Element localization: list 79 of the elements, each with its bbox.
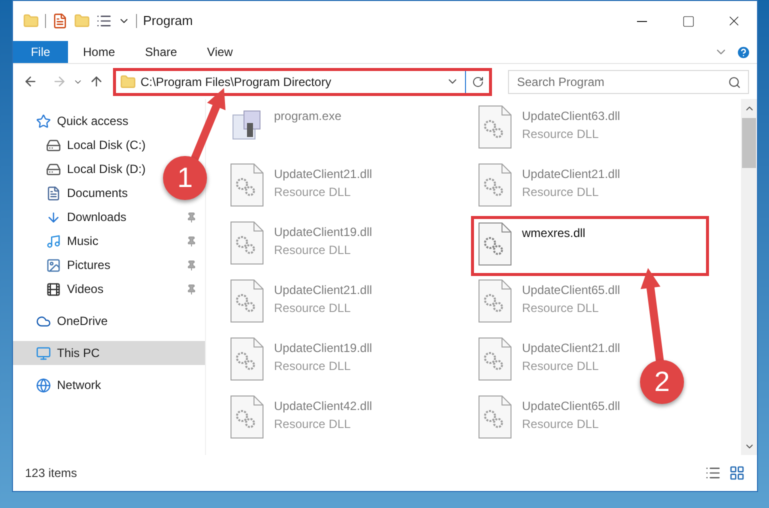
sidebar-item[interactable]: Network (13, 373, 110, 397)
search-field[interactable]: Search Program (508, 70, 749, 94)
properties-icon[interactable] (52, 13, 68, 29)
window-title: Program (143, 12, 193, 30)
refresh-icon[interactable] (472, 76, 484, 88)
music-icon (46, 234, 61, 248)
file-name[interactable]: UpdateClient65.dll (522, 281, 620, 299)
view-options-icon[interactable] (96, 13, 112, 29)
file-name[interactable]: UpdateClient65.dll (522, 397, 620, 415)
gear-file-icon (230, 279, 264, 323)
pin-icon[interactable] (186, 260, 197, 270)
file-type: Resource DLL (522, 416, 600, 433)
pictures-icon (46, 258, 61, 272)
file-type: Resource DLL (274, 358, 352, 375)
help-icon[interactable] (736, 44, 751, 60)
sidebar-item[interactable]: Quick access (13, 109, 136, 133)
file-name[interactable]: UpdateClient63.dll (522, 107, 620, 125)
gear-file-icon (478, 337, 512, 381)
file-name[interactable]: UpdateClient21.dll (274, 165, 372, 183)
cloud-icon (36, 314, 51, 328)
ribbon-tab[interactable]: File (13, 41, 68, 63)
pin-icon[interactable] (186, 284, 197, 294)
ribbon-tab[interactable]: Home (68, 41, 130, 63)
file-name[interactable]: UpdateClient19.dll (274, 223, 372, 241)
sidebar-item[interactable]: Local Disk (D:) (13, 157, 154, 181)
large-icons-view-icon[interactable] (729, 465, 745, 481)
star-icon (36, 114, 51, 128)
gear-file-icon (478, 395, 512, 439)
file-name[interactable]: wmexres.dll (522, 224, 586, 242)
documents-icon (46, 186, 61, 200)
network-icon (36, 378, 51, 392)
gear-file-icon (478, 222, 512, 266)
gear-file-icon (230, 163, 264, 207)
scrollbar[interactable] (741, 99, 757, 455)
sidebar-item[interactable]: Music (13, 229, 205, 253)
sidebar-item[interactable]: Pictures (13, 253, 205, 277)
address-field[interactable]: C:\Program Files\Program Directory (113, 68, 492, 96)
gear-file-icon (230, 221, 264, 265)
minimize-icon (637, 20, 647, 22)
gear-file-icon (230, 337, 264, 381)
scrollbar-thumb[interactable] (742, 118, 756, 168)
gear-file-icon (478, 279, 512, 323)
sidebar-item[interactable]: Documents (13, 181, 136, 205)
file-name[interactable]: UpdateClient19.dll (274, 339, 372, 357)
file-type: Resource DLL (274, 242, 352, 259)
file-type: Resource DLL (274, 184, 352, 201)
gear-file-icon (230, 395, 264, 439)
sidebar-item[interactable]: Videos (13, 277, 205, 301)
ribbon-tab[interactable]: View (192, 41, 248, 63)
file-type: Resource DLL (522, 358, 600, 375)
file-name[interactable]: UpdateClient21.dll (274, 281, 372, 299)
downloads-icon (46, 210, 61, 224)
file-type: Resource DLL (522, 126, 600, 143)
gear-file-icon (478, 105, 512, 149)
file-type: Resource DLL (274, 300, 352, 317)
gear-file-icon (478, 163, 512, 207)
videos-icon (46, 282, 61, 296)
file-type: Resource DLL (274, 416, 352, 433)
maximize-icon (682, 14, 694, 28)
sidebar-item[interactable]: Local Disk (C:) (13, 133, 154, 157)
item-count: 123 items (25, 465, 78, 482)
ribbon-tab[interactable]: Share (130, 41, 192, 63)
details-view-icon[interactable] (705, 465, 721, 481)
file-type: Resource DLL (522, 300, 600, 317)
pc-icon (36, 346, 51, 360)
file-name[interactable]: UpdateClient21.dll (522, 165, 620, 183)
back-icon[interactable] (23, 74, 38, 89)
sidebar-item[interactable]: OneDrive (13, 309, 116, 333)
up-icon[interactable] (88, 74, 104, 89)
pin-icon[interactable] (186, 212, 197, 222)
file-name[interactable]: UpdateClient42.dll (274, 397, 372, 415)
file-name[interactable]: program.exe (274, 107, 342, 125)
sidebar-item[interactable]: Downloads (13, 205, 205, 229)
folder-icon (120, 74, 136, 90)
file-type: Resource DLL (522, 184, 600, 201)
file-name[interactable]: UpdateClient21.dll (522, 339, 620, 357)
pin-icon[interactable] (186, 236, 197, 246)
sidebar-item[interactable]: This PC (13, 341, 205, 365)
search-icon (728, 76, 741, 88)
